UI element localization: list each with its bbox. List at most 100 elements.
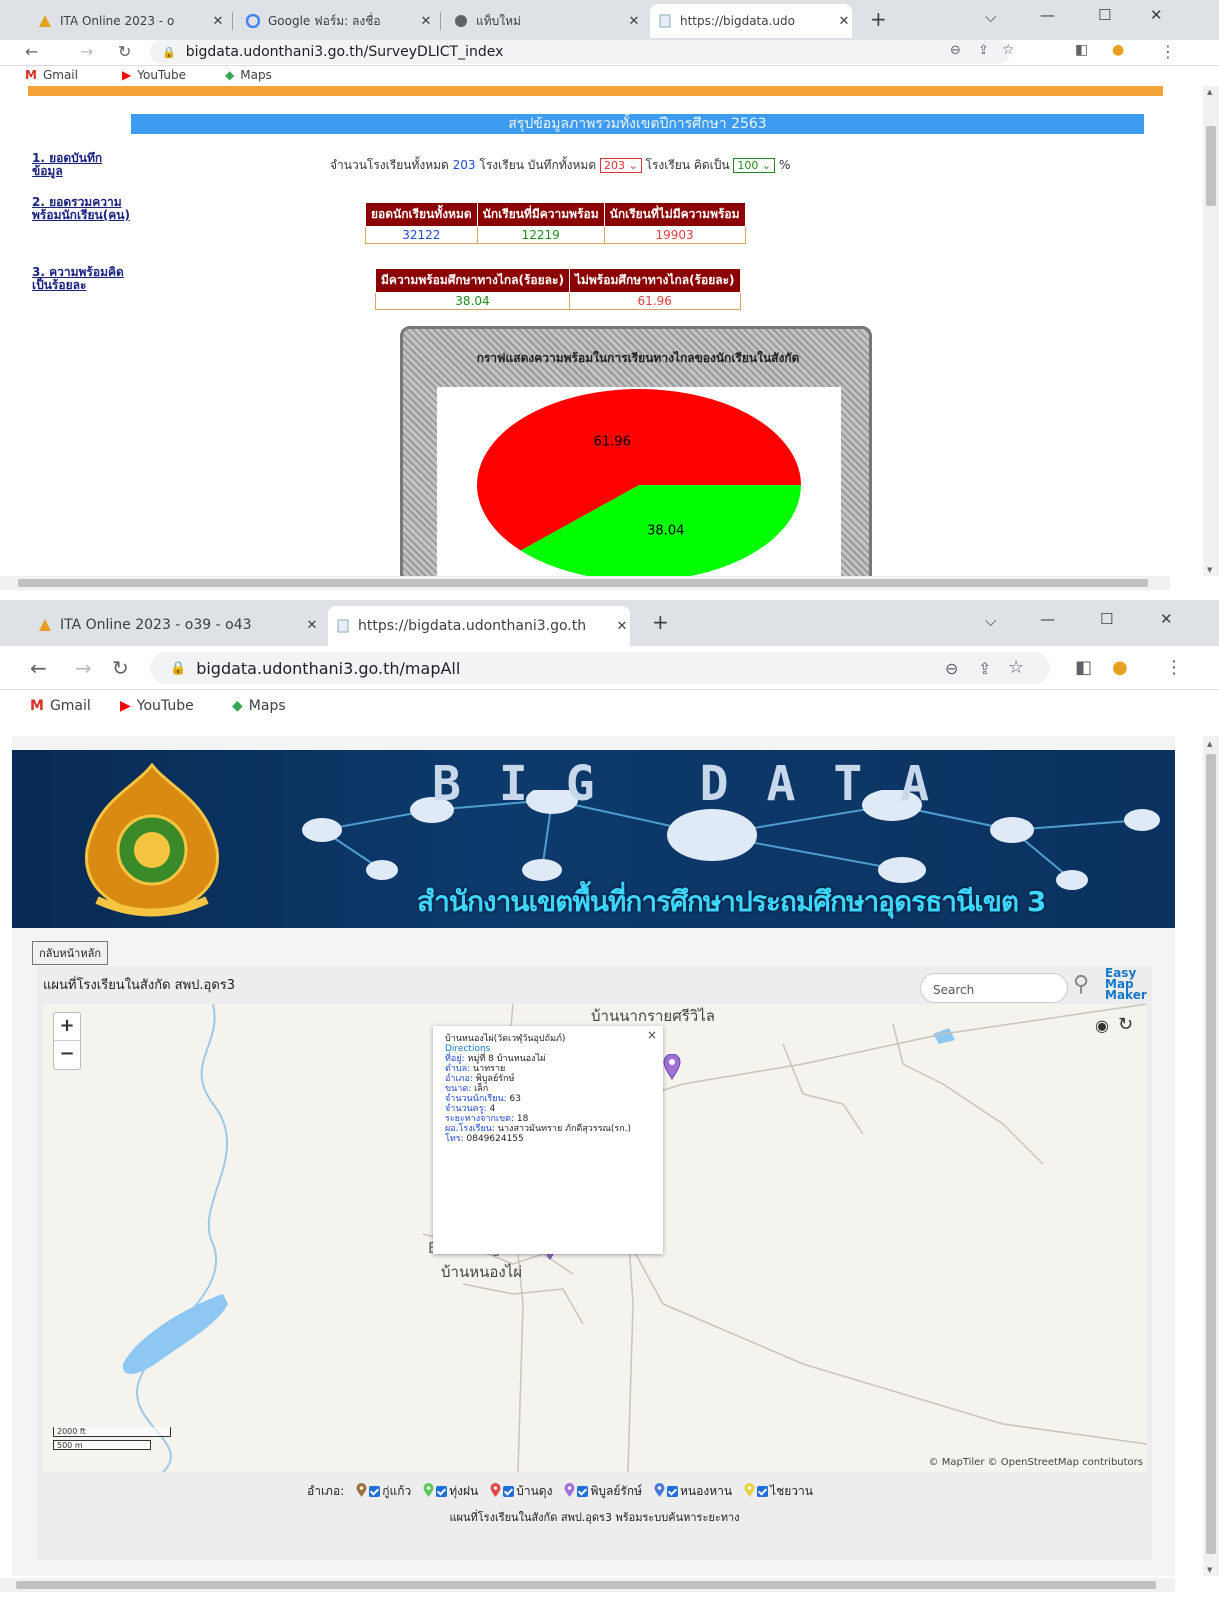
scroll-down-icon[interactable]: ▼ [1207, 1566, 1212, 1574]
tab-bigdata[interactable]: https://bigdata.udonthani3.go.th ✕ [328, 606, 630, 646]
place-label: บ้านหนองไผ่ [441, 1263, 523, 1281]
address-bar[interactable]: 🔒 bigdata.udonthani3.go.th/SurveyDLICT_i… [150, 40, 1010, 64]
close-tab-icon[interactable]: ✕ [614, 619, 630, 634]
close-tab-icon[interactable]: ✕ [836, 14, 852, 29]
side-link-readiness-percent[interactable]: 3. ความพร้อมคิดเป็นร้อยละ [32, 266, 132, 292]
checkbox[interactable] [369, 1486, 381, 1497]
scroll-thumb[interactable] [1206, 126, 1216, 206]
side-panel-icon[interactable]: ◧ [1075, 657, 1092, 678]
bookmark-maps[interactable]: ◆ Maps [232, 698, 286, 714]
map-footnote: แผนที่โรงเรียนในสังกัด สพป.อุดร3 พร้อมระ… [449, 1511, 740, 1524]
checkbox[interactable] [436, 1486, 448, 1497]
vertical-scrollbar[interactable]: ▲ ▼ [1203, 86, 1219, 576]
close-tab-icon[interactable]: ✕ [210, 14, 226, 29]
scroll-down-icon[interactable]: ▼ [1207, 566, 1212, 574]
legend-item[interactable]: ไชยวาน [744, 1482, 813, 1501]
back-icon[interactable]: ← [30, 656, 47, 680]
back-home-button[interactable]: กลับหน้าหลัก [32, 941, 108, 965]
table-header: ไม่พร้อมศึกษาทางไกล(ร้อยละ) [568, 268, 741, 293]
legend-item[interactable]: กู่แก้ว [356, 1482, 411, 1501]
side-panel-icon[interactable]: ◧ [1075, 42, 1088, 58]
maximize-button[interactable]: ☐ [1100, 610, 1113, 628]
tab-search-icon[interactable]: ⌵ [985, 612, 996, 630]
lock-icon: 🔒 [162, 45, 176, 59]
menu-icon[interactable]: ⋮ [1165, 657, 1183, 678]
forward-icon[interactable]: → [75, 656, 92, 680]
tab-bigdata[interactable]: https://bigdata.udo ✕ [650, 4, 852, 38]
legend-item[interactable]: บ้านดุง [490, 1482, 552, 1501]
bookmark-gmail[interactable]: M Gmail [25, 68, 78, 82]
bookmark-youtube[interactable]: ▶ YouTube [120, 698, 194, 714]
side-link-readiness-count[interactable]: 2. ยอดรวมความพร้อมนักเรียน(คน) [32, 196, 132, 222]
checkbox[interactable] [667, 1486, 679, 1497]
bookmark-maps[interactable]: ◆ Maps [225, 68, 272, 82]
legend-item[interactable]: ทุ่งฝน [423, 1482, 478, 1501]
percent-select[interactable]: 100 ⌄ [733, 158, 776, 173]
checkbox[interactable] [577, 1486, 589, 1497]
new-tab-button[interactable]: + [652, 610, 669, 634]
close-window-button[interactable]: ✕ [1160, 610, 1173, 628]
school-marker-icon[interactable] [663, 1054, 681, 1080]
side-link-records[interactable]: 1. ยอดบันทึกข้อมูล [32, 152, 132, 178]
profile-icon[interactable]: ● [1112, 657, 1128, 678]
search-icon[interactable]: ⚲ [1073, 972, 1089, 997]
bookmark-gmail[interactable]: M Gmail [30, 698, 91, 714]
close-popup-icon[interactable]: × [647, 1029, 657, 1041]
close-tab-icon[interactable]: ✕ [418, 14, 434, 29]
pie-data-label: 61.96 [594, 434, 631, 449]
forward-icon[interactable]: → [80, 42, 93, 61]
tab-google-form[interactable]: Google ฟอร์ม: ลงชื่อ ✕ [238, 6, 434, 36]
reload-icon[interactable]: ↻ [118, 42, 131, 61]
minimize-button[interactable]: — [1040, 610, 1055, 628]
menu-icon[interactable]: ⋮ [1160, 42, 1176, 61]
scroll-thumb[interactable] [1206, 754, 1216, 1554]
new-tab-button[interactable]: + [870, 7, 887, 31]
share-icon[interactable]: ⇪ [978, 659, 991, 678]
legend-label: กู่แก้ว [382, 1484, 412, 1498]
legend-item[interactable]: หนองหาน [654, 1482, 732, 1501]
checkbox[interactable] [757, 1486, 769, 1497]
back-icon[interactable]: ← [25, 42, 38, 61]
bookmark-star-icon[interactable]: ☆ [1002, 42, 1015, 58]
directions-link[interactable]: Directions [445, 1044, 651, 1054]
legend-item[interactable]: พิบูลย์รักษ์ [564, 1482, 642, 1501]
tab-ita[interactable]: ITA Online 2023 - o39 - o43 ✕ [30, 608, 320, 642]
horizontal-scrollbar[interactable] [0, 1578, 1175, 1592]
tab-search-icon[interactable]: ⌵ [985, 8, 996, 26]
map-container: แผนที่โรงเรียนในสังกัด สพป.อุดร3 Search … [37, 966, 1152, 1560]
checkbox[interactable] [503, 1486, 515, 1497]
reload-icon[interactable]: ↻ [112, 656, 129, 680]
bookmark-star-icon[interactable]: ☆ [1008, 657, 1024, 678]
map-search-input[interactable]: Search [920, 973, 1068, 1003]
zoom-in-button[interactable]: + [54, 1013, 80, 1041]
address-bar[interactable]: 🔒 bigdata.udonthani3.go.th/mapAll [150, 652, 1050, 684]
school-details: ที่อยู่: หมู่ที่ 8 บ้านหนองไผ่ ตำบล: นาทร… [445, 1054, 651, 1144]
close-window-button[interactable]: ✕ [1150, 6, 1163, 24]
horizontal-scrollbar[interactable] [0, 576, 1170, 590]
ita-favicon-icon [39, 15, 51, 27]
tab-ita[interactable]: ITA Online 2023 - o ✕ [30, 6, 226, 36]
tab-new[interactable]: แท็บใหม่ ✕ [446, 6, 642, 36]
scroll-thumb[interactable] [16, 1581, 1156, 1589]
scroll-thumb[interactable] [18, 579, 1148, 587]
zoom-icon[interactable]: ⊖ [950, 43, 961, 58]
refresh-icon[interactable]: ↻ [1118, 1014, 1133, 1035]
vertical-scrollbar[interactable]: ▲ ▼ [1203, 736, 1219, 1576]
bookmark-youtube[interactable]: ▶ YouTube [122, 68, 186, 82]
new-tab-icon [455, 15, 467, 27]
zoom-out-button[interactable]: − [54, 1041, 80, 1069]
map-canvas[interactable]: + − ◉ ↻ บ้านนากรายศรีวิไล Ban Nong Phai … [43, 1004, 1147, 1472]
close-tab-icon[interactable]: ✕ [626, 14, 642, 29]
browser-window-2: ITA Online 2023 - o39 - o43 ✕ https://bi… [0, 600, 1219, 1600]
profile-icon[interactable]: ● [1112, 42, 1124, 58]
maximize-button[interactable]: ☐ [1098, 6, 1111, 24]
share-icon[interactable]: ⇪ [978, 43, 989, 58]
minimize-button[interactable]: — [1040, 6, 1055, 24]
recorded-select[interactable]: 203 ⌄ [599, 158, 642, 173]
legend-label: ไชยวาน [770, 1484, 813, 1498]
scroll-up-icon[interactable]: ▲ [1207, 740, 1212, 748]
scroll-up-icon[interactable]: ▲ [1207, 88, 1212, 96]
zoom-icon[interactable]: ⊖ [945, 659, 958, 678]
locate-icon[interactable]: ◉ [1095, 1016, 1109, 1035]
close-tab-icon[interactable]: ✕ [304, 618, 320, 633]
